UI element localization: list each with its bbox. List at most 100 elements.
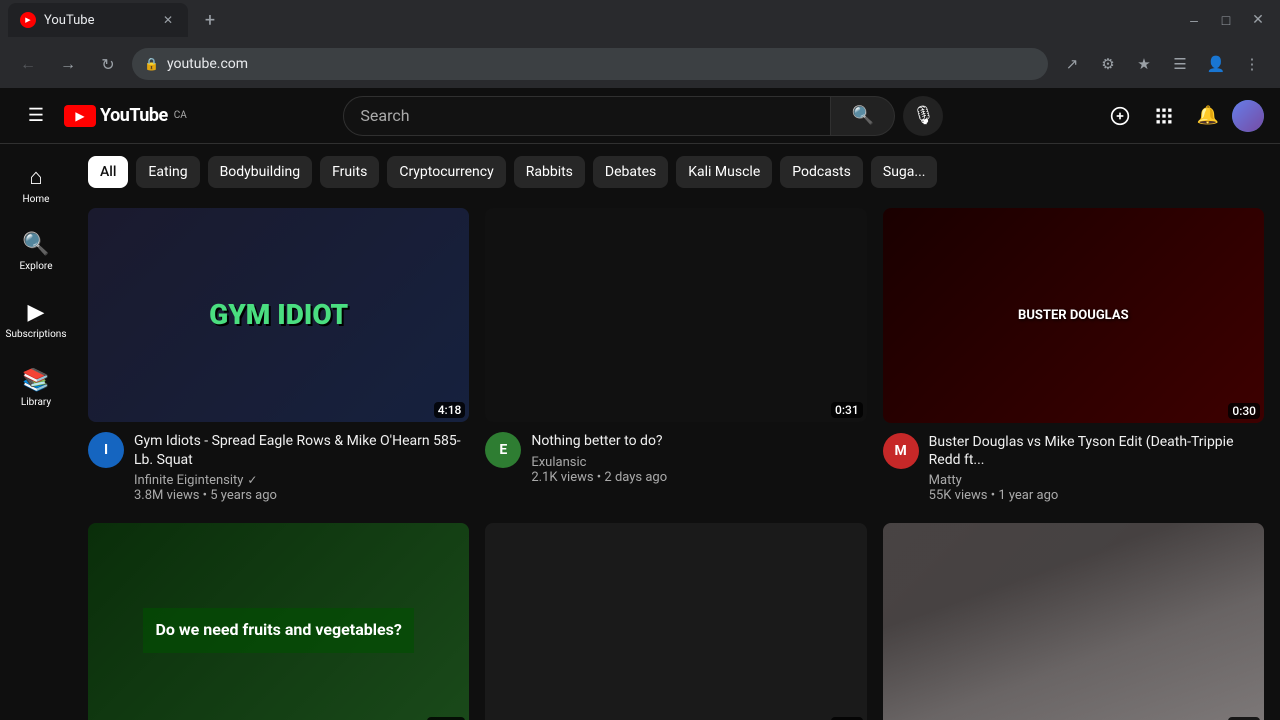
secure-icon: 🔒 (144, 57, 159, 71)
video-thumb-1: GYM IDIOT 4:18 (88, 208, 469, 422)
back-button[interactable]: ← (12, 48, 44, 80)
filter-fruits[interactable]: Fruits (320, 156, 379, 188)
channel-avatar-3: M (883, 433, 919, 469)
youtube-app: ☰ YouTubeCA Search 🔍 🎙 🔔 (0, 88, 1280, 720)
youtube-content: All Eating Bodybuilding Fruits Cryptocur… (72, 144, 1280, 720)
create-icon (1110, 106, 1130, 126)
filter-debates[interactable]: Debates (593, 156, 668, 188)
minimize-button[interactable]: ‒ (1180, 6, 1208, 34)
video-thumb-2: 0:31 (485, 208, 866, 422)
filter-kali-muscle[interactable]: Kali Muscle (676, 156, 772, 188)
video-thumb-3: BUSTER DOUGLAS 0:30 (883, 208, 1264, 423)
tab-close-btn[interactable]: ✕ (160, 12, 176, 28)
sidebar-item-subscriptions[interactable]: ▶ Subscriptions (4, 288, 68, 352)
search-bar[interactable]: Search (343, 96, 831, 136)
video-channel-1: Infinite Eigintensity ✓ (134, 473, 469, 488)
menu-button[interactable]: ⋮ (1236, 48, 1268, 80)
thumb-text-1: GYM IDIOT (201, 292, 356, 339)
verified-icon-1: ✓ (247, 473, 257, 487)
sidebar-subscriptions-label: Subscriptions (6, 329, 67, 340)
video-card-4[interactable]: Do we need fruits and vegetables? 12:56 … (88, 523, 469, 720)
maximize-button[interactable]: □ (1212, 6, 1240, 34)
filter-cryptocurrency[interactable]: Cryptocurrency (387, 156, 505, 188)
nav-actions: ↗ ⚙ ★ ☰ 👤 ⋮ (1056, 48, 1268, 80)
video-thumb-6: 0:11 (883, 523, 1264, 720)
duration-badge-1: 4:18 (434, 402, 466, 418)
mic-button[interactable]: 🎙 (903, 96, 943, 136)
sidebar-item-home[interactable]: ⌂ Home (4, 152, 68, 216)
video-card-5[interactable]: 0:55 E The Actual Origin of "2spirit" Ex… (485, 523, 866, 720)
notifications-icon: 🔔 (1197, 105, 1219, 126)
video-stats-1: 3.8M views • 5 years ago (134, 488, 469, 503)
video-info-3: M Buster Douglas vs Mike Tyson Edit (Dea… (883, 423, 1264, 507)
apps-icon (1154, 106, 1174, 126)
video-info-2: E Nothing better to do? Exulansic 2.1K v… (485, 422, 866, 488)
thumb-placeholder-4: Do we need fruits and vegetables? (88, 523, 469, 720)
home-icon: ⌂ (29, 164, 42, 190)
avatar-button[interactable] (1232, 100, 1264, 132)
sidebar-item-library[interactable]: 📚 Library (4, 356, 68, 420)
video-stats-2: 2.1K views • 2 days ago (531, 470, 866, 485)
sidebar-home-label: Home (23, 194, 50, 205)
extensions-button[interactable]: ⚙ (1092, 48, 1124, 80)
refresh-button[interactable]: ↻ (92, 48, 124, 80)
share-button[interactable]: ↗ (1056, 48, 1088, 80)
channel-avatar-2: E (485, 432, 521, 468)
youtube-logo-text: YouTube (100, 105, 168, 126)
tab-title: YouTube (44, 13, 95, 28)
youtube-sidebar: ⌂ Home 🔍 Explore ▶ Subscriptions 📚 Libra… (0, 144, 72, 720)
youtube-logo-icon (64, 105, 96, 127)
notifications-button[interactable]: 🔔 (1188, 96, 1228, 136)
video-title-3: Buster Douglas vs Mike Tyson Edit (Death… (929, 433, 1264, 469)
sidebar-item-explore[interactable]: 🔍 Explore (4, 220, 68, 284)
filter-eating[interactable]: Eating (136, 156, 199, 188)
filter-bodybuilding[interactable]: Bodybuilding (208, 156, 313, 188)
duration-badge-3: 0:30 (1228, 403, 1260, 419)
thumb-text-5 (668, 622, 684, 638)
address-bar[interactable]: 🔒 youtube.com (132, 48, 1048, 80)
tab-favicon (20, 12, 36, 28)
video-channel-3: Matty (929, 473, 1264, 488)
library-icon: 📚 (22, 368, 49, 393)
close-button[interactable]: ✕ (1244, 6, 1272, 34)
filter-rabbits[interactable]: Rabbits (514, 156, 585, 188)
new-tab-button[interactable]: + (196, 6, 224, 34)
youtube-header: ☰ YouTubeCA Search 🔍 🎙 🔔 (0, 88, 1280, 144)
bookmark-button[interactable]: ★ (1128, 48, 1160, 80)
video-stats-3: 55K views • 1 year ago (929, 488, 1264, 503)
video-card-2[interactable]: 0:31 E Nothing better to do? Exulansic 2… (485, 208, 866, 507)
search-icon: 🔍 (852, 105, 874, 126)
filter-podcasts[interactable]: Podcasts (780, 156, 863, 188)
apps-button[interactable] (1144, 96, 1184, 136)
browser-chrome: YouTube ✕ + ‒ □ ✕ ← → ↻ 🔒 youtube.com ↗ … (0, 0, 1280, 88)
thumb-placeholder-2 (485, 208, 866, 422)
browser-navbar: ← → ↻ 🔒 youtube.com ↗ ⚙ ★ ☰ 👤 ⋮ (0, 40, 1280, 88)
channel-name-1: Infinite Eigintensity (134, 473, 243, 488)
video-meta-3: Buster Douglas vs Mike Tyson Edit (Death… (929, 433, 1264, 503)
youtube-main: ⌂ Home 🔍 Explore ▶ Subscriptions 📚 Libra… (0, 144, 1280, 720)
filter-bar: All Eating Bodybuilding Fruits Cryptocur… (72, 144, 1280, 200)
thumb-text-3: BUSTER DOUGLAS (1010, 300, 1137, 331)
sidebar-explore-label: Explore (20, 261, 53, 272)
window-controls: ‒ □ ✕ (1180, 6, 1272, 34)
forward-button[interactable]: → (52, 48, 84, 80)
mic-icon: 🎙 (912, 105, 935, 126)
browser-titlebar: YouTube ✕ + ‒ □ ✕ (0, 0, 1280, 40)
profile-button[interactable]: 👤 (1200, 48, 1232, 80)
hamburger-menu-button[interactable]: ☰ (16, 96, 56, 136)
thumb-placeholder-6 (883, 523, 1264, 720)
header-actions: 🔔 (1100, 96, 1264, 136)
url-text: youtube.com (167, 56, 248, 72)
video-thumb-4: Do we need fruits and vegetables? 12:56 (88, 523, 469, 720)
video-card-1[interactable]: GYM IDIOT 4:18 I Gym Idiots - Spread Eag… (88, 208, 469, 507)
browser-tab[interactable]: YouTube ✕ (8, 3, 188, 37)
video-card-3[interactable]: BUSTER DOUGLAS 0:30 M Buster Douglas vs … (883, 208, 1264, 507)
reading-list-button[interactable]: ☰ (1164, 48, 1196, 80)
search-button[interactable]: 🔍 (831, 96, 895, 136)
subscriptions-icon: ▶ (28, 300, 45, 325)
video-card-6[interactable]: 0:11 E What In The AGP? Ella Androphobia… (883, 523, 1264, 720)
filter-all[interactable]: All (88, 156, 128, 188)
create-button[interactable] (1100, 96, 1140, 136)
filter-suga[interactable]: Suga... (871, 156, 938, 188)
sidebar-library-label: Library (21, 397, 51, 408)
